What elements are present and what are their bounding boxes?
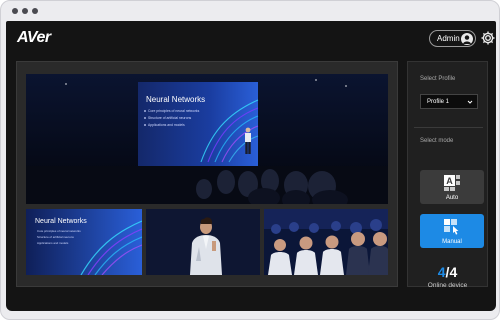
brand-logo: AVer bbox=[17, 29, 51, 46]
online-device-count: 4/4 bbox=[408, 264, 487, 280]
window-chrome bbox=[1, 1, 500, 21]
app-screen: AVer Admin Neural Networks Core principl… bbox=[6, 21, 496, 311]
slide-bullet: Applications and models bbox=[148, 123, 185, 127]
thumbnail-slides[interactable]: Neural Networks Core principles of neura… bbox=[26, 209, 142, 275]
thumb-slide-bullet: Applications and models bbox=[37, 241, 69, 245]
divider bbox=[414, 127, 483, 128]
user-icon bbox=[461, 33, 473, 45]
thumb-slide-bullet: Core principles of neural networks bbox=[37, 229, 81, 233]
slide-bullet: Structure of artificial neurons bbox=[148, 116, 191, 120]
slide-title: Neural Networks bbox=[146, 95, 205, 104]
manual-mode-button[interactable]: Manual bbox=[420, 214, 484, 248]
window-frame: AVer Admin Neural Networks Core principl… bbox=[0, 0, 500, 320]
profile-section-label: Select Profile bbox=[420, 76, 456, 82]
auto-mode-button[interactable]: A Auto bbox=[420, 170, 484, 204]
profile-value: Profile 1 bbox=[427, 98, 450, 105]
main-video-view[interactable]: Neural Networks Core principles of neura… bbox=[26, 74, 388, 204]
svg-text:A: A bbox=[446, 176, 453, 186]
manual-mode-label: Manual bbox=[442, 239, 462, 245]
window-dot bbox=[32, 8, 38, 14]
window-dot bbox=[12, 8, 18, 14]
stage-scene: Neural Networks Core principles of neura… bbox=[26, 74, 388, 204]
chevron-down-icon bbox=[467, 100, 473, 104]
control-sidebar: Select Profile Profile 1 Select mode A A… bbox=[407, 61, 488, 289]
thumb-slide-bullet: Structure of artificial neurons bbox=[37, 235, 74, 239]
online-active-count: 4 bbox=[437, 264, 446, 280]
admin-label: Admin bbox=[437, 34, 460, 43]
auto-mode-label: Auto bbox=[445, 195, 459, 201]
mode-section-label: Select mode bbox=[420, 138, 454, 144]
admin-account-button[interactable]: Admin bbox=[429, 30, 476, 47]
auto-mode-icon: A bbox=[444, 175, 460, 191]
thumb-slide-title: Neural Networks bbox=[35, 218, 87, 225]
manual-mode-icon bbox=[444, 219, 459, 235]
online-total-count: 4 bbox=[449, 264, 458, 280]
thumbnail-presenter[interactable] bbox=[146, 209, 260, 275]
profile-select[interactable]: Profile 1 bbox=[420, 94, 478, 109]
thumbnail-strip: Neural Networks Core principles of neura… bbox=[26, 209, 388, 275]
online-device-label: Online device bbox=[427, 282, 468, 289]
slide-bullet: Core principles of neural networks bbox=[148, 109, 200, 113]
video-panel: Neural Networks Core principles of neura… bbox=[16, 61, 398, 287]
gear-icon[interactable] bbox=[480, 30, 496, 46]
window-dot bbox=[22, 8, 28, 14]
thumbnail-audience[interactable] bbox=[264, 209, 388, 275]
